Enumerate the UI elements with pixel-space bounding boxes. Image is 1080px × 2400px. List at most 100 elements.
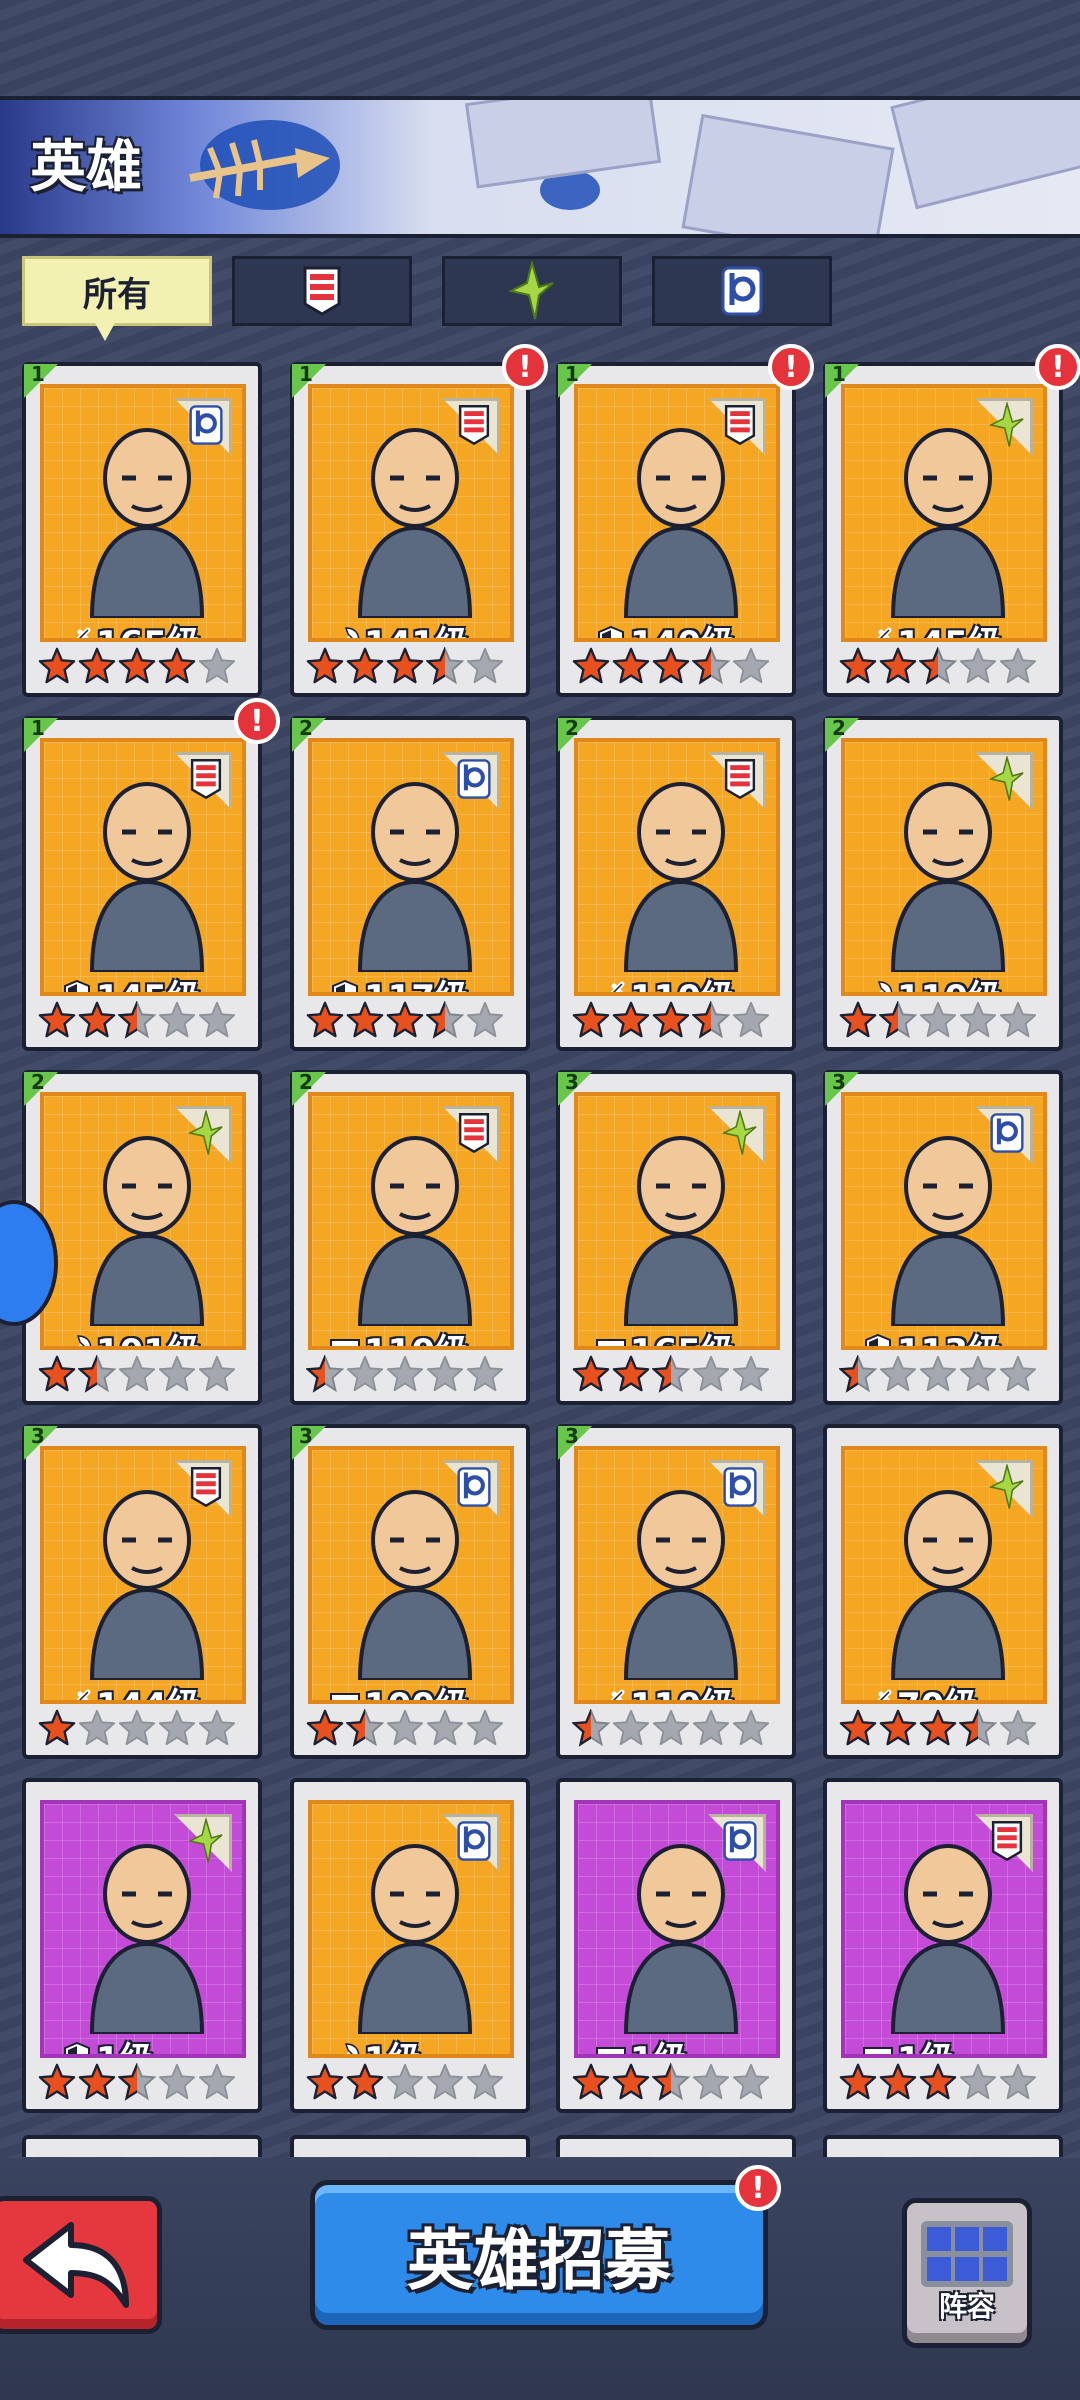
star-empty-icon [426,1355,464,1392]
hero-card[interactable]: 144级 3 [22,1424,262,1759]
tab-all[interactable]: 所有 [22,256,212,341]
hero-card[interactable]: 110级 2 [823,716,1063,1051]
tab-faction-red[interactable] [232,256,412,326]
hero-stars [38,1355,236,1393]
page-header: 英雄 [0,96,1080,238]
star-empty-icon [118,1355,156,1392]
hero-portrait-frame: 1级 [308,1800,514,2058]
hero-level: 110级 [328,1324,469,1346]
star-half-icon [879,1001,917,1039]
hero-portrait-frame: 144级 [40,1446,246,1704]
team-lineup-button[interactable]: 阵容 [902,2198,1032,2348]
star-half-icon [839,1355,877,1393]
hero-card[interactable]: 1级 [556,1778,796,2113]
hero-portrait-frame: 70级 [841,1446,1047,1704]
tab-faction-green[interactable] [442,256,622,326]
sniper-icon [876,627,892,638]
hero-card[interactable]: 141级 1! [290,344,548,697]
star-empty-icon [198,647,236,684]
axe-icon [344,2042,360,2054]
hero-stars [839,1001,1037,1039]
star-empty-icon [732,1355,770,1392]
hero-level-text: 110级 [364,1324,469,1346]
hero-stars [306,2063,504,2101]
hero-rank: 2 [558,716,592,752]
shield-icon [64,979,90,992]
star-filled-icon [38,1001,76,1038]
star-empty-icon [692,2063,730,2100]
hero-level: 101级 [60,1324,201,1346]
hero-stars [572,1355,770,1393]
hero-card[interactable]: 101级 2 [22,1070,262,1405]
hero-faction [454,758,494,800]
hero-faction [720,1110,760,1155]
hero-rank: 3 [558,1070,592,1106]
hero-card[interactable]: 1级 [22,1778,262,2113]
hero-rank-text: 1 [31,362,45,386]
star-empty-icon [78,1709,116,1746]
star-empty-icon [466,647,504,684]
hero-stars [306,1709,504,1747]
sniper-icon [75,627,91,638]
faction-red-icon [303,266,341,316]
hero-card[interactable]: 145级 1! [22,698,280,1051]
hero-portrait-frame: 100级 [308,1446,514,1704]
hero-card[interactable]: 1级 [823,1778,1063,2113]
star-empty-icon [118,1709,156,1746]
star-empty-icon [959,1355,997,1392]
hero-card[interactable]: 140级 1! [556,344,814,697]
hero-card[interactable]: 110级 2 [290,1070,530,1405]
pistol-icon [596,2046,626,2054]
hero-card[interactable]: 117级 2 [290,716,530,1051]
fishbone-icon [189,139,330,199]
hero-card[interactable]: 110级 2 [556,716,796,1051]
hero-rank-text: 2 [31,1070,45,1094]
hero-card[interactable]: 113级 3 [823,1070,1063,1405]
hero-level: 117级 [328,970,469,992]
star-filled-icon [38,1709,76,1746]
pistol-icon [863,2046,893,2054]
faction-green-icon [989,402,1024,447]
hero-card[interactable]: 165级 1 [22,362,262,697]
hero-card-partial [290,2135,530,2157]
hero-card[interactable]: 100级 3 [290,1424,530,1759]
hero-rank: 1 [24,362,58,398]
hero-stars [38,2063,236,2101]
alert-badge: ! [735,2165,781,2211]
star-filled-icon [612,1355,650,1392]
hero-faction [720,1466,760,1508]
hero-card[interactable]: 110级 3 [556,1424,796,1759]
star-filled-icon [919,2063,957,2100]
faction-green-icon [509,261,554,320]
hero-faction [987,1112,1027,1154]
hero-card[interactable]: 1级 [290,1778,530,2113]
hero-faction [454,404,494,446]
hero-card[interactable]: 145级 1! [823,344,1080,697]
star-half-icon [426,647,464,685]
hero-rank: 3 [558,1424,592,1460]
tab-faction-blue[interactable] [652,256,832,326]
hero-card[interactable]: 165级 3 [556,1070,796,1405]
star-empty-icon [158,1355,196,1392]
hero-card[interactable]: 70级 [823,1424,1063,1759]
hero-level-text: 1级 [364,2032,422,2054]
hero-rank-text: 1 [31,716,45,740]
hero-stars [839,1355,1037,1393]
star-filled-icon [306,2063,344,2100]
hero-card-partial [823,2135,1063,2157]
star-filled-icon [572,1001,610,1038]
hero-level: 165级 [594,1324,735,1346]
star-half-icon [78,1355,116,1393]
alert-badge: ! [768,344,814,390]
hero-portrait-frame: 117级 [308,738,514,996]
faction-green-icon [188,1818,223,1863]
faction-blue-icon [723,1821,757,1861]
star-half-icon [652,2063,690,2101]
recruit-hero-button[interactable]: 英雄招募 ! [310,2165,781,2330]
hero-rank-text: 1 [565,362,579,386]
hero-portrait-frame: 1级 [841,1800,1047,2058]
star-filled-icon [78,2063,116,2100]
hero-stars [839,1709,1037,1747]
back-button[interactable] [0,2196,162,2334]
hero-portrait-frame: 110级 [574,1446,780,1704]
